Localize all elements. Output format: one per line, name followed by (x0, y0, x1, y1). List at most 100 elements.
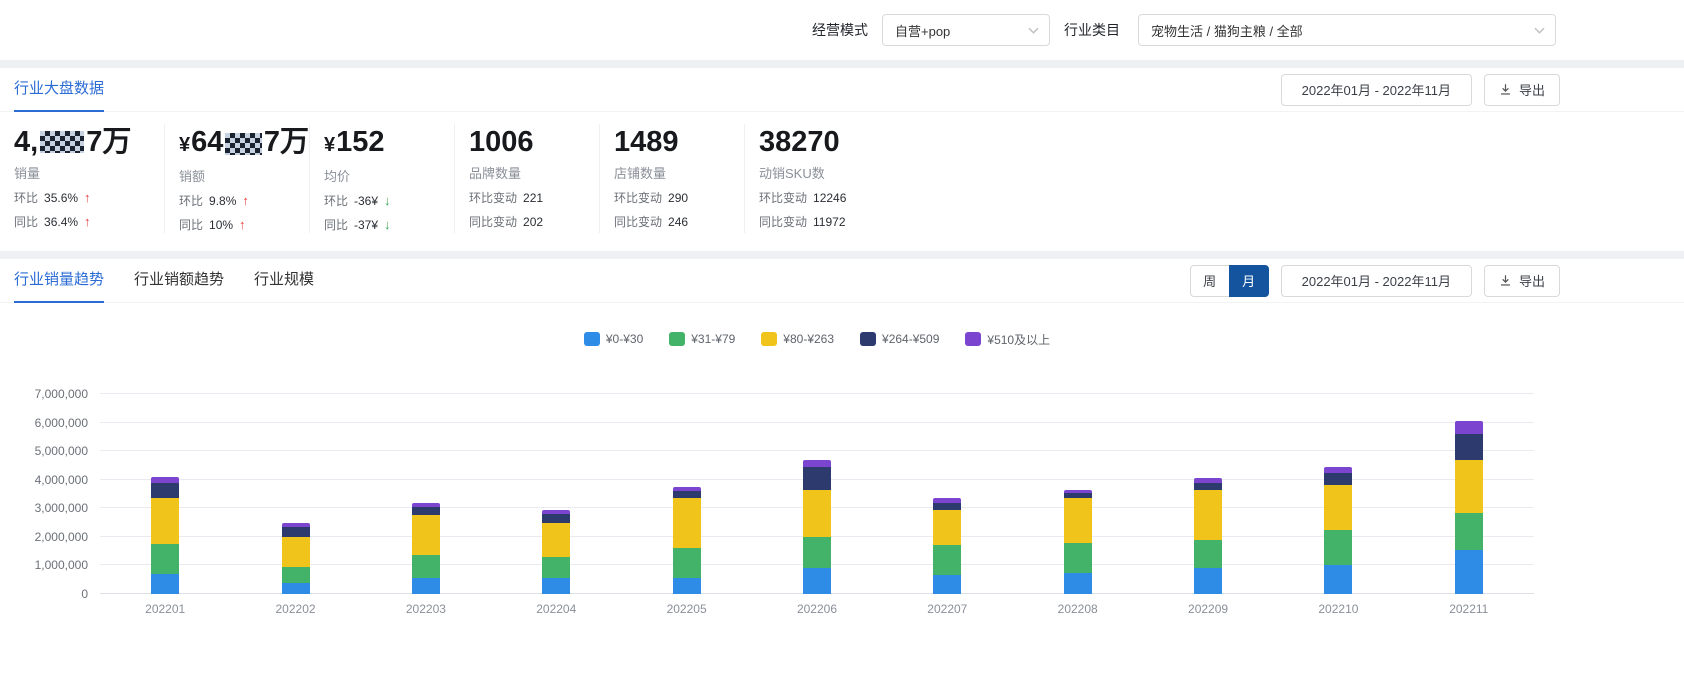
bar-stack[interactable] (412, 503, 440, 594)
overview-export-button[interactable]: 导出 (1484, 74, 1560, 106)
bar-segment[interactable] (1194, 568, 1222, 594)
comparison-key: 环比变动 (614, 189, 662, 206)
bar-segment[interactable] (412, 578, 440, 594)
category-select[interactable]: 宠物生活 / 猫狗主粮 / 全部 (1138, 14, 1556, 46)
bar-segment[interactable] (151, 574, 179, 594)
bar-stack[interactable] (282, 523, 310, 594)
bar-segment[interactable] (1324, 473, 1352, 486)
bar-segment[interactable] (1455, 460, 1483, 513)
trends-tab-2[interactable]: 行业规模 (254, 259, 314, 303)
bar-column: 202203 (361, 394, 491, 594)
trends-date-range-button[interactable]: 2022年01月 - 2022年11月 (1281, 265, 1472, 297)
bar-segment[interactable] (151, 544, 179, 574)
legend-item[interactable]: ¥264-¥509 (860, 332, 939, 346)
bar-segment[interactable] (1064, 498, 1092, 542)
bar-segment[interactable] (542, 523, 570, 557)
bar-stack[interactable] (933, 498, 961, 594)
bar-segment[interactable] (412, 555, 440, 578)
bar-stack[interactable] (803, 460, 831, 594)
trends-export-button[interactable]: 导出 (1484, 265, 1560, 297)
dashboard-page: 经营模式 自营+pop 行业类目 宠物生活 / 猫狗主粮 / 全部 行业大盘数据… (0, 0, 1684, 677)
legend-item[interactable]: ¥510及以上 (965, 331, 1050, 348)
metric-value-text: 64 (191, 124, 223, 160)
x-axis-label: 202208 (1058, 602, 1098, 616)
trends-tabs: 行业销量趋势行业销额趋势行业规模 (14, 259, 314, 302)
bar-stack[interactable] (1064, 490, 1092, 594)
bar-column: 202204 (491, 394, 621, 594)
bar-segment[interactable] (542, 578, 570, 594)
x-axis-label: 202210 (1318, 602, 1358, 616)
x-axis-label: 202203 (406, 602, 446, 616)
bar-segment[interactable] (1194, 540, 1222, 569)
comparison-value: 246 (668, 215, 688, 229)
bar-segment[interactable] (282, 537, 310, 567)
bar-segment[interactable] (1324, 530, 1352, 566)
trends-tab-0[interactable]: 行业销量趋势 (14, 259, 104, 303)
bar-segment[interactable] (1455, 550, 1483, 594)
bars-container: 2022012022022022032022042022052022062022… (100, 394, 1534, 594)
bar-segment[interactable] (412, 507, 440, 516)
bar-segment[interactable] (282, 583, 310, 594)
metric-label: 动销SKU数 (759, 163, 934, 182)
y-axis-label: 2,000,000 (0, 530, 88, 544)
bar-stack[interactable] (1455, 421, 1483, 594)
arrow-down-icon: ↓ (384, 193, 391, 208)
bar-segment[interactable] (151, 498, 179, 544)
bar-segment[interactable] (1324, 565, 1352, 594)
bar-segment[interactable] (803, 467, 831, 490)
chevron-down-icon (1028, 27, 1039, 34)
overview-date-range-button[interactable]: 2022年01月 - 2022年11月 (1281, 74, 1472, 106)
mode-select[interactable]: 自营+pop (882, 14, 1050, 46)
bar-segment[interactable] (933, 545, 961, 575)
bar-segment[interactable] (803, 568, 831, 594)
bar-column: 202209 (1143, 394, 1273, 594)
legend-item[interactable]: ¥31-¥79 (669, 332, 735, 346)
bar-segment[interactable] (1324, 485, 1352, 529)
metric-value-text: 1489 (614, 124, 679, 160)
bar-segment[interactable] (933, 575, 961, 594)
legend-item[interactable]: ¥80-¥263 (761, 332, 834, 346)
bar-segment[interactable] (933, 503, 961, 510)
bar-segment[interactable] (282, 567, 310, 583)
bar-segment[interactable] (1194, 483, 1222, 490)
bar-segment[interactable] (803, 537, 831, 568)
bar-stack[interactable] (151, 477, 179, 594)
bar-segment[interactable] (673, 491, 701, 498)
bar-segment[interactable] (1194, 490, 1222, 540)
bar-stack[interactable] (1194, 478, 1222, 594)
bar-stack[interactable] (542, 510, 570, 594)
comparison-value: 11972 (813, 215, 845, 229)
bar-segment[interactable] (1064, 573, 1092, 594)
bar-segment[interactable] (933, 510, 961, 546)
bar-segment[interactable] (673, 548, 701, 578)
bar-stack[interactable] (1324, 467, 1352, 594)
bar-segment[interactable] (1064, 543, 1092, 573)
metric-label: 销额 (179, 166, 309, 185)
legend-swatch (669, 332, 685, 346)
tab-industry-overview[interactable]: 行业大盘数据 (14, 68, 104, 112)
export-label: 导出 (1519, 271, 1545, 290)
y-axis-label: 1,000,000 (0, 558, 88, 572)
toggle-option-1[interactable]: 月 (1229, 265, 1269, 297)
bar-segment[interactable] (803, 490, 831, 537)
bar-segment[interactable] (1455, 434, 1483, 460)
bar-segment[interactable] (282, 527, 310, 537)
toggle-option-0[interactable]: 周 (1190, 265, 1230, 297)
bar-stack[interactable] (673, 487, 701, 594)
mode-label: 经营模式 (812, 20, 868, 40)
legend-label: ¥0-¥30 (606, 332, 643, 346)
bar-segment[interactable] (542, 557, 570, 578)
bar-segment[interactable] (1455, 421, 1483, 434)
bar-segment[interactable] (673, 578, 701, 594)
bar-column: 202201 (100, 394, 230, 594)
trends-tab-1[interactable]: 行业销额趋势 (134, 259, 224, 303)
bar-segment[interactable] (542, 514, 570, 523)
bar-segment[interactable] (803, 460, 831, 467)
bar-segment[interactable] (412, 515, 440, 555)
bar-segment[interactable] (151, 483, 179, 499)
legend-item[interactable]: ¥0-¥30 (584, 332, 643, 346)
bar-segment[interactable] (1455, 513, 1483, 550)
metric-comparison-row: 环比变动221 (469, 189, 599, 206)
bar-segment[interactable] (673, 498, 701, 548)
metric-comparison-row: 环比35.6%↑ (14, 189, 164, 206)
